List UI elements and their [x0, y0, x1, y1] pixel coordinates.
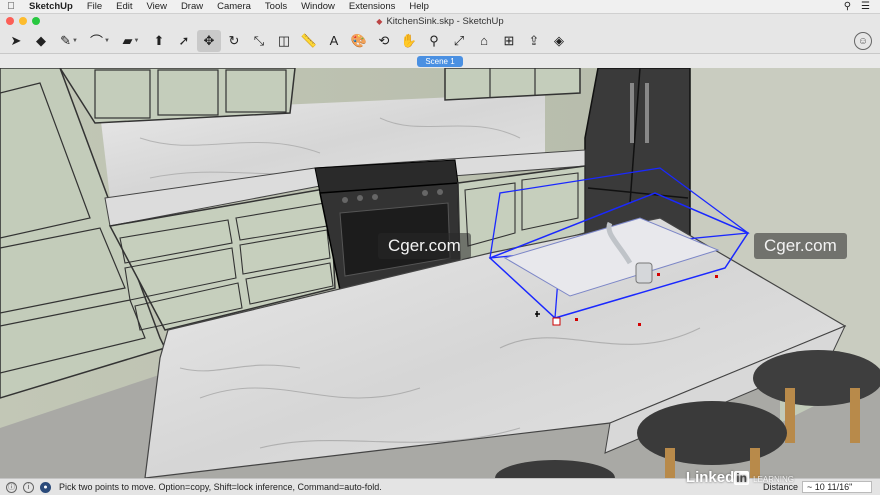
ruby-icon: ◈ — [554, 32, 564, 48]
menu-edit[interactable]: Edit — [109, 1, 139, 12]
scenes-bar: Scene 1 — [0, 54, 880, 68]
fridge-handle-left — [630, 83, 634, 143]
main-toolbar: ➤ ◆ ✎ ▼ ⌒ ▼ ▰ ▼ ⬆ ➚ ✥ ↻ ⤡ ◫ 📏 A 🎨 ⟲ ✋ ⚲ ⤢ ⌂ ⊞ ⇪ ◈ ☺ — [0, 28, 880, 54]
scale-tool[interactable]: ⤡ — [247, 30, 271, 52]
status-bar: ⓘ i ● Pick two points to move. Option=co… — [0, 469, 880, 495]
kitchen-scene — [0, 68, 880, 478]
line-tool[interactable]: ✎ ▼ — [54, 30, 84, 52]
measurements-box: Distance ~ 10 11/16" — [763, 481, 872, 493]
eraser-icon: ◆ — [36, 32, 46, 48]
zoom-extents-tool[interactable]: ⤢ — [447, 30, 471, 52]
status-message: Pick two points to move. Option=copy, Sh… — [59, 482, 382, 492]
window-title-bar: ◆ KitchenSink.skp - SketchUp — [0, 14, 880, 28]
menu-draw[interactable]: Draw — [174, 1, 210, 12]
hand-icon: ✋ — [400, 32, 418, 48]
orbit-icon: ⟲ — [378, 32, 390, 48]
offset-icon: ◫ — [277, 32, 291, 48]
3d-warehouse-icon: ⌂ — [480, 33, 488, 48]
menu-view[interactable]: View — [140, 1, 174, 12]
follow-me-icon: ➚ — [178, 32, 190, 48]
minimize-window-button[interactable] — [19, 17, 27, 25]
chevron-down-icon[interactable]: ▼ — [104, 38, 110, 44]
menu-tools[interactable]: Tools — [258, 1, 294, 12]
layout-icon: ⇪ — [528, 32, 540, 48]
document-icon: ◆ — [376, 16, 383, 26]
arc-tool[interactable]: ⌒ ▼ — [85, 30, 115, 52]
brand-text: Linked — [685, 469, 735, 486]
menu-list-icon[interactable]: ☰ — [861, 1, 870, 12]
apple-icon[interactable]:  — [0, 1, 22, 12]
watermark-2: Cger.com — [754, 233, 847, 259]
magnifier-icon: ⚲ — [429, 32, 439, 48]
rotate-tool[interactable]: ↻ — [222, 30, 246, 52]
fridge-handle-right — [645, 83, 649, 143]
cursor-arrow-icon: ➤ — [10, 32, 22, 48]
shapes-tool[interactable]: ▰ ▼ — [116, 30, 146, 52]
tape-measure-icon: 📏 — [300, 32, 318, 48]
warehouse-tool[interactable]: ⌂ — [472, 30, 496, 52]
zoom-extents-icon: ⤢ — [453, 32, 465, 48]
zoom-tool[interactable]: ⚲ — [422, 30, 446, 52]
spotlight-search-icon[interactable]: ⚲ — [844, 1, 851, 12]
push-pull-icon: ⬆ — [153, 32, 165, 48]
rectangle-icon: ▰ — [122, 32, 133, 48]
scene-tab-1[interactable]: Scene 1 — [417, 55, 463, 67]
measure-value-input[interactable]: ~ 10 11/16" — [802, 481, 872, 493]
paint-bucket-tool[interactable]: 🎨 — [347, 30, 371, 52]
menu-camera[interactable]: Camera — [210, 1, 258, 12]
model-viewport[interactable]: Cger.com Cger.com — [0, 68, 880, 478]
extension-warehouse-icon: ⊞ — [503, 32, 515, 48]
watermark-1: Cger.com — [378, 233, 471, 259]
window-title: KitchenSink.skp - SketchUp — [386, 15, 504, 27]
follow-me-tool[interactable]: ➚ — [172, 30, 196, 52]
stove-knob-3 — [372, 194, 378, 200]
pencil-icon: ✎ — [60, 32, 71, 48]
maximize-window-button[interactable] — [32, 17, 40, 25]
move-tool[interactable]: ✥ — [197, 29, 221, 52]
text-tool[interactable]: A — [322, 30, 346, 52]
ruby-console-tool[interactable]: ◈ — [547, 30, 571, 52]
push-pull-tool[interactable]: ⬆ — [147, 30, 171, 52]
chevron-down-icon[interactable]: ▼ — [134, 38, 140, 44]
tape-measure-tool[interactable]: 📏 — [297, 30, 321, 52]
select-tool[interactable]: ➤ — [4, 30, 28, 52]
send-to-layout-tool[interactable]: ⇪ — [522, 30, 546, 52]
brand-in-badge: in — [734, 471, 749, 485]
orbit-tool[interactable]: ⟲ — [372, 30, 396, 52]
eraser-tool[interactable]: ◆ — [29, 30, 53, 52]
measure-label: Distance — [762, 482, 798, 492]
instructor-icon[interactable]: ● — [40, 481, 51, 493]
offset-tool[interactable]: ◫ — [272, 30, 296, 52]
stove-knob-5 — [437, 189, 443, 195]
stove-knob-1 — [342, 197, 348, 203]
paint-bucket-icon: 🎨 — [350, 32, 368, 48]
geo-location-icon[interactable]: ⓘ — [6, 481, 17, 493]
chevron-down-icon[interactable]: ▼ — [72, 38, 78, 44]
stove-knob-2 — [357, 195, 363, 201]
menu-app-name[interactable]: SketchUp — [22, 1, 80, 12]
window-controls — [6, 17, 40, 25]
user-account-icon[interactable]: ☺ — [854, 32, 872, 50]
text-icon: A — [329, 33, 339, 48]
menu-file[interactable]: File — [80, 1, 109, 12]
menu-window[interactable]: Window — [294, 1, 342, 12]
menu-help[interactable]: Help — [402, 1, 436, 12]
credits-icon[interactable]: i — [23, 481, 34, 493]
menu-extensions[interactable]: Extensions — [342, 1, 402, 12]
extension-warehouse-tool[interactable]: ⊞ — [497, 30, 521, 52]
rotate-icon: ↻ — [228, 32, 240, 48]
scale-icon: ⤡ — [253, 32, 265, 48]
system-menu-bar:  SketchUp File Edit View Draw Camera To… — [0, 0, 880, 14]
close-window-button[interactable] — [6, 17, 14, 25]
stove-knob-4 — [422, 190, 428, 196]
move-arrows-icon: ✥ — [203, 32, 215, 48]
arc-icon: ⌒ — [90, 34, 104, 49]
faucet-base — [635, 262, 653, 284]
pan-tool[interactable]: ✋ — [397, 30, 421, 52]
